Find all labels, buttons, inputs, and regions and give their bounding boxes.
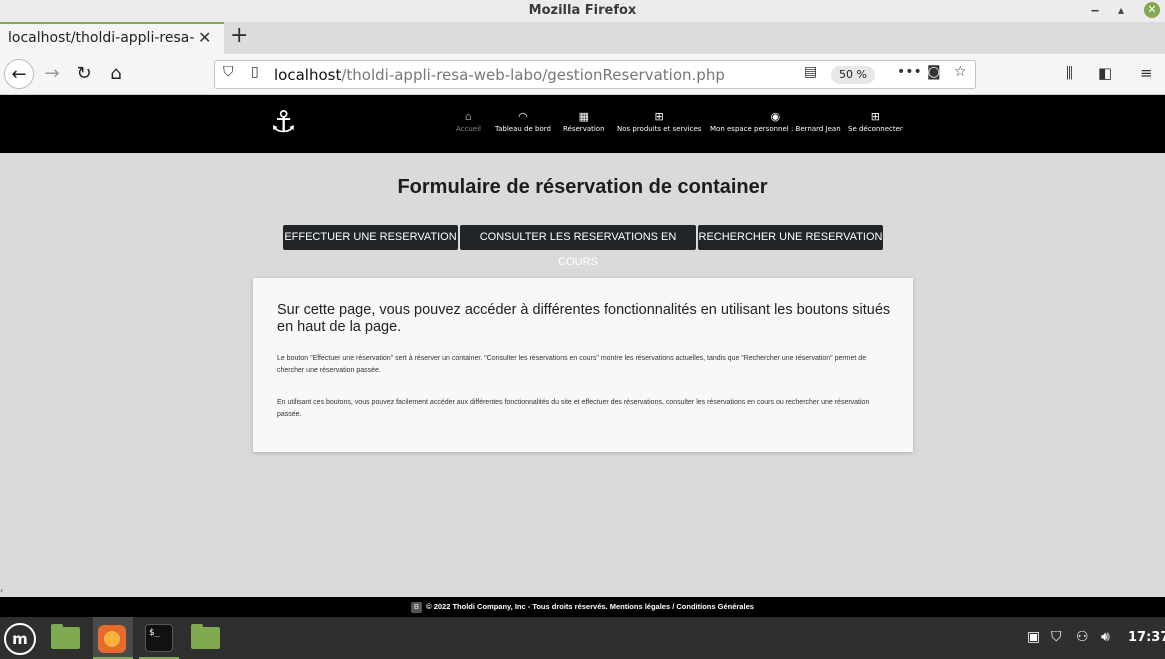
anchor-logo-icon[interactable]: ⚓	[270, 105, 297, 141]
home-icon: ⌂	[465, 110, 472, 123]
more-actions-icon[interactable]: •••	[897, 64, 922, 80]
browser-tab[interactable]: localhost/tholdi-appli-resa-web ✕	[0, 22, 224, 54]
shield-icon[interactable]: ⛉	[223, 64, 234, 80]
shield-update-icon[interactable]: ⛉	[1051, 629, 1062, 645]
nav-label: Tableau de bord	[495, 125, 551, 133]
footer-badge-icon: B	[411, 601, 423, 613]
navigation-toolbar: ← → ↻ ⌂ ⛉ ▯ localhost/tholdi-appli-resa-…	[0, 54, 1165, 95]
taskbar: m $_ ▣ ⛉ ⚇ 🔊︎ 17:37	[0, 617, 1165, 659]
library-icon[interactable]: ⫼	[1066, 64, 1073, 82]
page-icon: ▯	[251, 64, 259, 80]
taskbar-firefox[interactable]	[93, 617, 133, 659]
site-footer: B © 2022 Tholdi Company, Inc - Tous droit…	[0, 597, 1165, 617]
new-tab-icon[interactable]: +	[230, 23, 248, 48]
home-icon[interactable]: ⌂	[101, 59, 131, 89]
info-card: Sur cette page, vous pouvez accéder à di…	[253, 278, 913, 452]
nav-label: Accueil	[456, 125, 481, 133]
volume-icon[interactable]: 🔊︎	[1101, 629, 1110, 645]
reload-icon[interactable]: ↻	[69, 59, 99, 89]
footer-text[interactable]: © 2022 Tholdi Company, Inc - Tous droits…	[426, 602, 754, 611]
clock[interactable]: 17:37	[1128, 630, 1165, 645]
card-lead-text: Sur cette page, vous pouvez accéder à di…	[277, 302, 891, 335]
forward-icon[interactable]: →	[37, 59, 67, 89]
grid-icon: ⊞	[870, 110, 881, 123]
linux-mint-menu-icon: m	[4, 623, 36, 655]
nav-item-accueil[interactable]: ⌂ Accueil	[456, 110, 481, 134]
tab-strip: localhost/tholdi-appli-resa-web ✕ +	[0, 22, 1165, 54]
maximize-icon[interactable]: ▴	[1113, 2, 1129, 18]
dashboard-icon: ◠	[518, 110, 528, 123]
nav-item-deconnecter[interactable]: ⊞ Se déconnecter	[848, 110, 903, 134]
nav-item-tableau-de-bord[interactable]: ◠ Tableau de bord	[495, 110, 551, 134]
reader-view-icon[interactable]: ▤	[804, 64, 817, 80]
nav-label: Se déconnecter	[848, 125, 903, 133]
nav-label: Nos produits et services	[617, 125, 702, 133]
taskbar-files[interactable]	[185, 617, 225, 659]
firefox-icon	[98, 625, 126, 653]
nav-item-produits-services[interactable]: ⊞ Nos produits et services	[617, 110, 702, 134]
close-window-icon[interactable]: ✕	[1144, 2, 1160, 18]
scroll-indicator-icon: ‹	[0, 586, 4, 595]
window-titlebar: Mozilla Firefox ‒ ▴ ✕	[0, 0, 1165, 22]
taskbar-terminal[interactable]: $_	[139, 617, 179, 659]
effectuer-reservation-button[interactable]: EFFECTUER UNE RESERVATION	[283, 225, 458, 250]
folder-icon	[191, 624, 220, 649]
minimize-icon[interactable]: ‒	[1087, 2, 1103, 18]
card-paragraph-2: En utilisant ces boutons, vous pouvez fa…	[277, 399, 870, 418]
window-title: Mozilla Firefox	[528, 3, 637, 18]
clipboard-icon[interactable]: ▣	[1027, 629, 1040, 645]
start-menu-button[interactable]: m	[0, 617, 40, 659]
user-icon: ◉	[770, 110, 781, 123]
bookmark-star-icon[interactable]: ☆	[954, 64, 967, 80]
back-icon[interactable]: ←	[4, 59, 34, 89]
taskbar-files-launcher[interactable]	[45, 617, 85, 659]
folder-icon	[51, 624, 80, 649]
card-paragraph-1: Le bouton "Effectuer une réservation" se…	[277, 355, 867, 374]
close-tab-icon[interactable]: ✕	[198, 28, 211, 47]
url-bar[interactable]: ⛉ ▯ localhost/tholdi-appli-resa-web-labo…	[214, 60, 976, 89]
url-path: /tholdi-appli-resa-web-labo/gestionReser…	[341, 66, 725, 84]
consulter-reservations-button[interactable]: CONSULTER LES RESERVATIONS EN COURS	[460, 225, 696, 268]
nav-item-espace-personnel[interactable]: ◉ Mon espace personnel : Bernard Jean	[710, 110, 841, 134]
tab-title: localhost/tholdi-appli-resa-web	[8, 30, 194, 46]
terminal-icon: $_	[145, 624, 173, 652]
url-text[interactable]: localhost/tholdi-appli-resa-web-labo/ges…	[274, 66, 725, 84]
nav-label: Mon espace personnel : Bernard Jean	[710, 125, 841, 133]
rechercher-reservation-button[interactable]: RECHERCHER UNE RESERVATION	[698, 225, 883, 250]
zoom-level[interactable]: 50 %	[831, 66, 875, 84]
menu-icon[interactable]: ≡	[1140, 64, 1153, 82]
network-icon[interactable]: ⚇	[1076, 629, 1089, 645]
sidebar-icon[interactable]: ◧	[1098, 64, 1112, 82]
nav-item-reservation[interactable]: ▦ Réservation	[563, 110, 605, 134]
page-title: Formulaire de réservation de container	[397, 176, 768, 198]
nav-label: Réservation	[563, 125, 605, 133]
site-header: ⚓ ⌂ Accueil ◠ Tableau de bord ▦ Réservat…	[0, 95, 1165, 153]
url-host: localhost	[274, 66, 342, 84]
grid-icon: ⊞	[654, 110, 664, 123]
calendar-icon: ▦	[578, 110, 589, 123]
pocket-icon[interactable]: ◙	[927, 64, 941, 80]
